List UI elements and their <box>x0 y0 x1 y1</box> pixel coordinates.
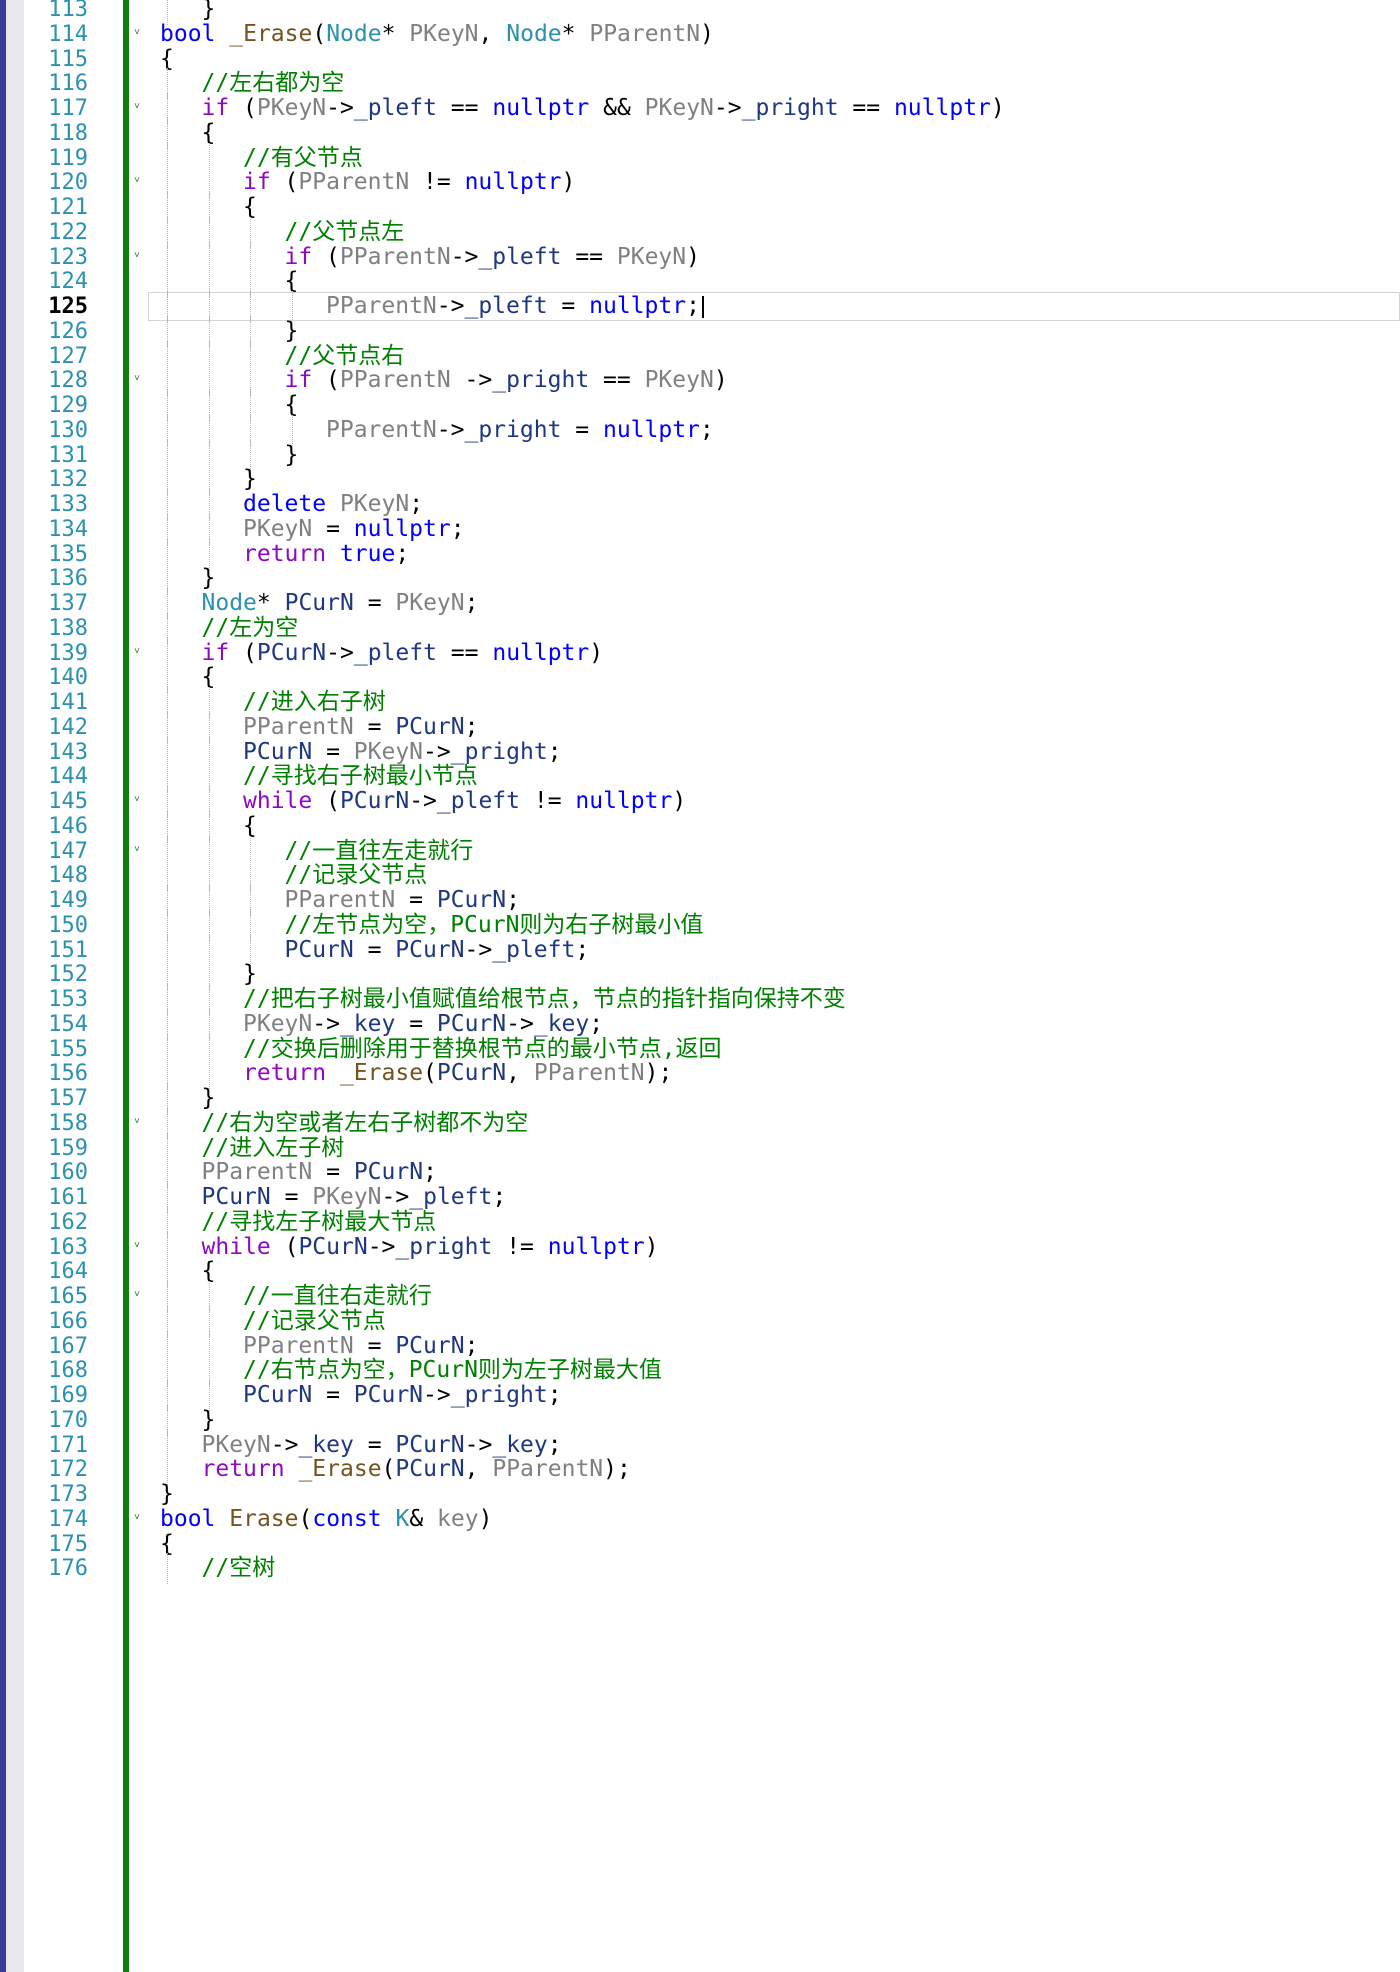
text-caret <box>701 295 704 318</box>
code-line[interactable]: 176˅//空树 <box>0 1553 1400 1585</box>
fold-toggle-icon[interactable]: ˅ <box>131 646 143 658</box>
fold-toggle-icon[interactable]: ˅ <box>131 373 143 385</box>
fold-toggle-icon[interactable]: ˅ <box>131 844 143 856</box>
fold-toggle-icon[interactable]: ˅ <box>131 1512 143 1524</box>
line-number: 176 <box>48 1556 88 1582</box>
indent-guide <box>167 1553 168 1585</box>
fold-toggle-icon[interactable]: ˅ <box>131 1116 143 1128</box>
fold-toggle-icon[interactable]: ˅ <box>131 175 143 187</box>
fold-toggle-icon[interactable]: ˅ <box>131 27 143 39</box>
fold-toggle-icon[interactable]: ˅ <box>131 101 143 113</box>
fold-toggle-icon[interactable]: ˅ <box>131 1289 143 1301</box>
fold-toggle-icon[interactable]: ˅ <box>131 1240 143 1252</box>
code-token: //空树 <box>201 1555 276 1582</box>
fold-toggle-icon[interactable]: ˅ <box>131 794 143 806</box>
fold-toggle-icon[interactable]: ˅ <box>131 250 143 262</box>
code-text[interactable]: //空树 <box>202 1553 276 1584</box>
